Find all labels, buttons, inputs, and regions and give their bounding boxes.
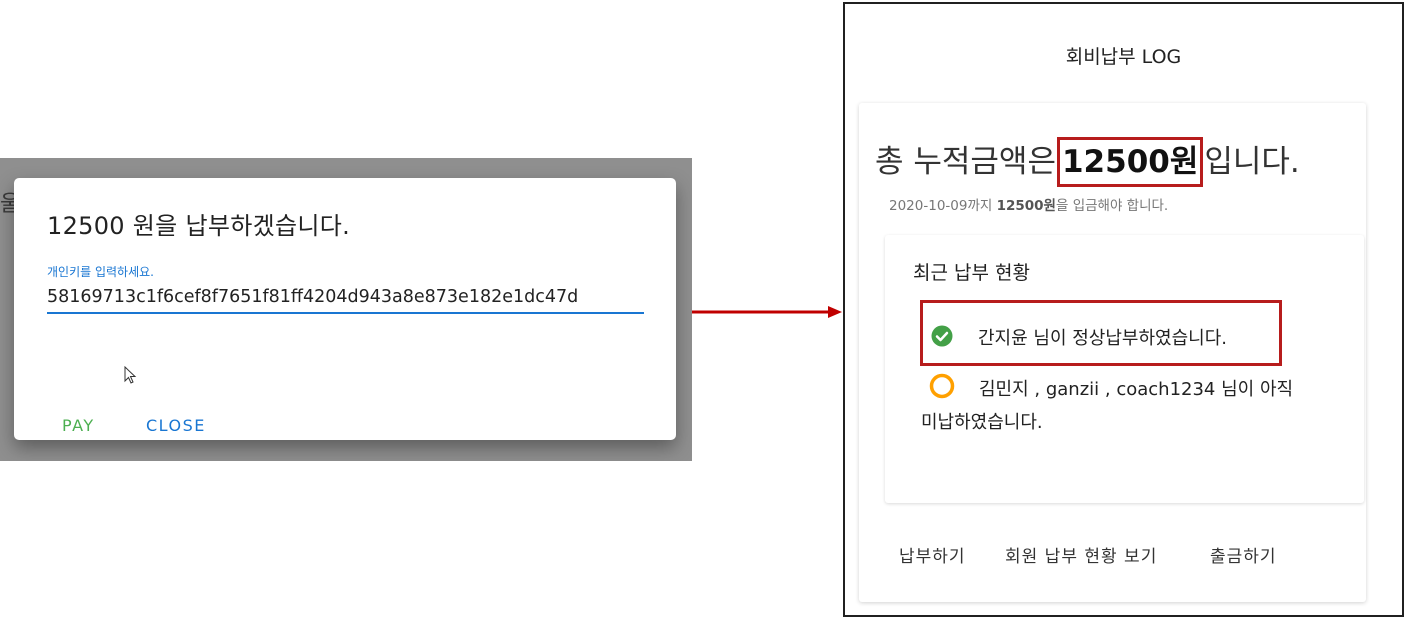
payment-dialog: 12500 원을 납부하겠습니다. 개인키를 입력하세요. PAY CLOSE [14,178,676,440]
pay-button[interactable]: PAY [62,416,95,435]
private-key-label: 개인키를 입력하세요. [47,265,154,279]
total-amount-highlight: 12500원 [1056,137,1204,187]
close-button[interactable]: CLOSE [146,416,206,435]
deadline-date: 2020-10-09까지 [889,198,993,214]
arrow-right-icon [692,306,842,318]
deadline-text: 2020-10-09까지 12500원을 입금해야 합니다. [889,194,1168,214]
deadline-amount: 12500원 [996,198,1056,214]
check-circle-icon [931,325,953,347]
deadline-suffix: 을 입금해야 합니다. [1055,198,1169,214]
pay-action-button[interactable]: 납부하기 [899,542,966,567]
total-prefix: 총 누적금액은 [875,144,1056,180]
withdraw-button[interactable]: 출금하기 [1210,542,1277,567]
log-title: 회비납부 LOG [1065,46,1182,68]
total-amount-line: 총 누적금액은 12500원 입니다. [875,136,1300,187]
private-key-input[interactable] [47,282,644,314]
total-suffix: 입니다. [1204,144,1300,180]
paid-message: 간지윤 님이 정상납부하였습니다. [978,328,1228,349]
payment-dialog-screenshot: 울 12500 원을 납부하겠습니다. 개인키를 입력하세요. PAY CLOS… [0,158,692,461]
unpaid-message: 김민지 , ganzii , coach1234 님이 아직 미납하였습니다. [921,379,1294,433]
member-status-button[interactable]: 회원 납부 현황 보기 [1005,542,1157,567]
cursor-icon [124,366,137,384]
dialog-title: 12500 원을 납부하겠습니다. [47,212,351,240]
log-panel-screenshot: 회비납부 LOG 총 누적금액은 12500원 입니다. 2020-10-09까지 … [843,2,1404,617]
recent-status-title: 최근 납부 현황 [913,262,1030,284]
